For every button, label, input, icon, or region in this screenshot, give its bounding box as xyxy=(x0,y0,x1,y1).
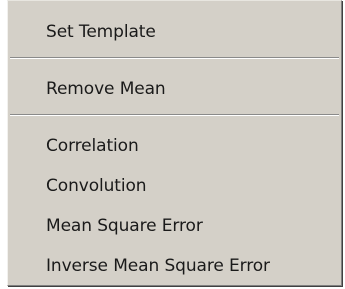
menu-item-remove-mean[interactable]: Remove Mean xyxy=(8,74,341,104)
menu-item-inverse-mean-square-error[interactable]: Inverse Mean Square Error xyxy=(8,251,341,281)
menu-item-label: Set Template xyxy=(46,22,156,42)
menu-separator xyxy=(10,114,339,116)
menu-item-set-template[interactable]: Set Template xyxy=(8,17,341,47)
menu-item-label: Remove Mean xyxy=(46,79,166,99)
context-menu: Set Template Remove Mean Correlation Con… xyxy=(7,0,342,286)
menu-item-label: Convolution xyxy=(46,176,147,196)
menu-item-correlation[interactable]: Correlation xyxy=(8,131,341,161)
menu-separator xyxy=(10,57,339,59)
menu-item-mean-square-error[interactable]: Mean Square Error xyxy=(8,211,341,241)
menu-item-label: Inverse Mean Square Error xyxy=(46,256,270,276)
menu-item-label: Correlation xyxy=(46,136,139,156)
menu-item-convolution[interactable]: Convolution xyxy=(8,171,341,201)
menu-item-label: Mean Square Error xyxy=(46,216,203,236)
